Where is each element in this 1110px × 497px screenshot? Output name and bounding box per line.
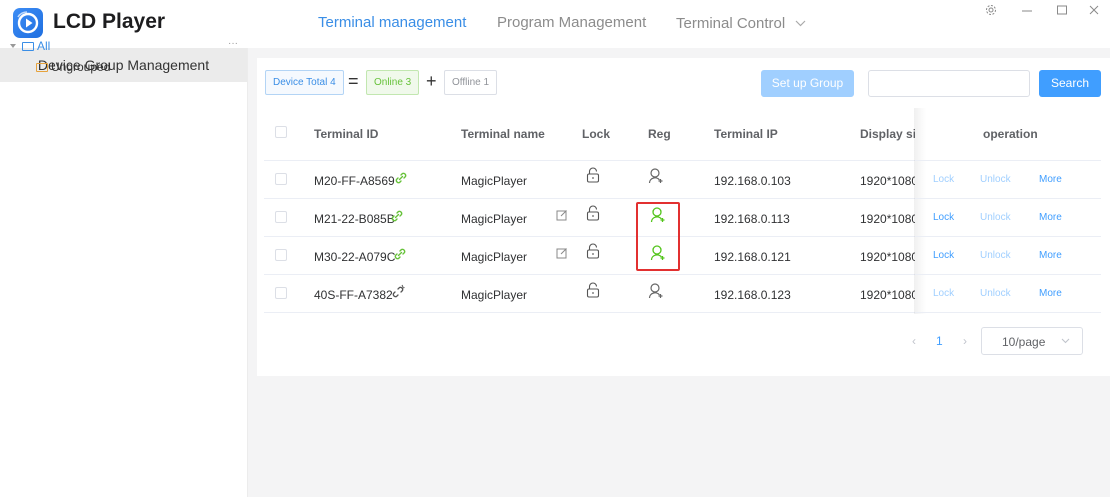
unlocked-icon[interactable] [586, 205, 600, 226]
equals-sign: = [348, 71, 359, 91]
search-input[interactable] [868, 70, 1030, 97]
col-terminal-ip: Terminal IP [714, 127, 778, 141]
unlock-button[interactable]: Unlock [980, 288, 1011, 299]
row-divider [915, 312, 1101, 313]
terminal-id: M30-22-A079C [314, 250, 396, 264]
terminal-ip: 192.168.0.113 [714, 212, 790, 226]
link-icon [393, 170, 409, 191]
caret-down-icon[interactable] [10, 44, 16, 48]
fixed-column-shadow [914, 108, 926, 314]
settings-icon[interactable] [978, 4, 1004, 24]
register-user-icon[interactable] [648, 167, 664, 190]
plus-sign: + [426, 71, 437, 91]
more-button[interactable]: More [1039, 174, 1062, 185]
folder-icon [22, 41, 34, 51]
terminal-ip: 192.168.0.121 [714, 250, 791, 264]
sidebar: Device Group Management [0, 48, 248, 497]
terminal-name: MagicPlayer [461, 212, 528, 226]
link-icon [389, 208, 405, 229]
reg-highlight-box [636, 202, 680, 271]
lock-button[interactable]: Lock [933, 212, 954, 223]
row-divider [915, 198, 1101, 199]
row-checkbox[interactable] [275, 249, 287, 261]
online-badge[interactable]: Online 3 [366, 70, 420, 95]
lock-button[interactable]: Lock [933, 250, 954, 261]
terminal-name: MagicPlayer [461, 288, 528, 302]
row-divider [915, 274, 1101, 275]
unlock-button[interactable]: Unlock [980, 174, 1011, 185]
pagination-prev-button[interactable]: ‹ [912, 334, 916, 348]
col-terminal-id: Terminal ID [314, 127, 379, 141]
pagination-next-button[interactable]: › [963, 334, 967, 348]
link-icon [392, 246, 408, 267]
set-up-group-button[interactable]: Set up Group [761, 70, 854, 97]
app-logo-icon [13, 8, 43, 38]
display-size: 1920*1080 [860, 212, 919, 226]
row-divider [915, 160, 1101, 161]
edit-icon[interactable] [556, 246, 568, 264]
col-display-size: Display si [860, 127, 917, 141]
unlocked-icon[interactable] [586, 243, 600, 264]
row-checkbox[interactable] [275, 287, 287, 299]
page-size-value: 10/page [1002, 335, 1046, 349]
device-total-badge[interactable]: Device Total 4 [265, 70, 344, 95]
row-divider [915, 236, 1101, 237]
terminal-name: MagicPlayer [461, 174, 528, 188]
display-size: 1920*1080 [860, 250, 919, 264]
row-checkbox[interactable] [275, 173, 287, 185]
tree-item-ungrouped-label: Ungrouped [51, 60, 111, 74]
more-button[interactable]: More [1039, 250, 1062, 261]
chevron-down-icon [795, 14, 806, 31]
terminal-id: M21-22-B085B [314, 212, 395, 226]
folder-icon [36, 62, 48, 72]
search-button[interactable]: Search [1039, 70, 1101, 97]
col-lock: Lock [582, 127, 611, 141]
unlock-button[interactable]: Unlock [980, 212, 1011, 223]
nav-terminal-control-label: Terminal Control [676, 15, 786, 32]
edit-icon[interactable] [556, 208, 568, 226]
display-size: 1920*1080 [860, 174, 919, 188]
display-size: 1920*1080 [860, 288, 919, 302]
unlock-button[interactable]: Unlock [980, 250, 1011, 261]
terminal-id: M20-FF-A8569 [314, 174, 395, 188]
more-button[interactable]: More [1039, 288, 1062, 299]
terminal-id: 40S-FF-A7382 [314, 288, 393, 302]
tree-item-ungrouped[interactable]: Ungrouped [36, 60, 110, 74]
row-checkbox[interactable] [275, 211, 287, 223]
lock-button[interactable]: Lock [933, 174, 954, 185]
register-user-icon[interactable] [648, 282, 664, 305]
minimize-icon[interactable] [1014, 4, 1040, 24]
tree-item-all[interactable]: All [10, 39, 50, 53]
chevron-down-icon [1061, 336, 1070, 347]
nav-terminal-control[interactable]: Terminal Control [676, 14, 806, 32]
top-bar: LCD Player Terminal management Program M… [0, 0, 1110, 46]
terminal-name: MagicPlayer [461, 250, 528, 264]
nav-terminal-management[interactable]: Terminal management [318, 14, 466, 31]
col-reg: Reg [648, 127, 671, 141]
close-icon[interactable] [1081, 4, 1107, 24]
col-operation: operation [983, 127, 1038, 141]
page-size-select[interactable]: 10/page [981, 327, 1083, 355]
col-terminal-name: Terminal name [461, 127, 545, 141]
lock-button[interactable]: Lock [933, 288, 954, 299]
more-options-icon[interactable]: ··· [228, 38, 238, 49]
nav-program-management[interactable]: Program Management [497, 14, 646, 31]
offline-badge[interactable]: Offline 1 [444, 70, 498, 95]
link-broken-icon [390, 284, 406, 305]
terminal-ip: 192.168.0.103 [714, 174, 791, 188]
tree-item-all-label: All [37, 39, 51, 53]
app-title: LCD Player [53, 10, 166, 33]
pagination-page-1[interactable]: 1 [936, 334, 943, 348]
unlocked-icon[interactable] [586, 282, 600, 303]
unlocked-icon[interactable] [586, 167, 600, 188]
terminal-ip: 192.168.0.123 [714, 288, 791, 302]
more-button[interactable]: More [1039, 212, 1062, 223]
select-all-checkbox[interactable] [275, 126, 287, 138]
maximize-icon[interactable] [1049, 4, 1075, 24]
